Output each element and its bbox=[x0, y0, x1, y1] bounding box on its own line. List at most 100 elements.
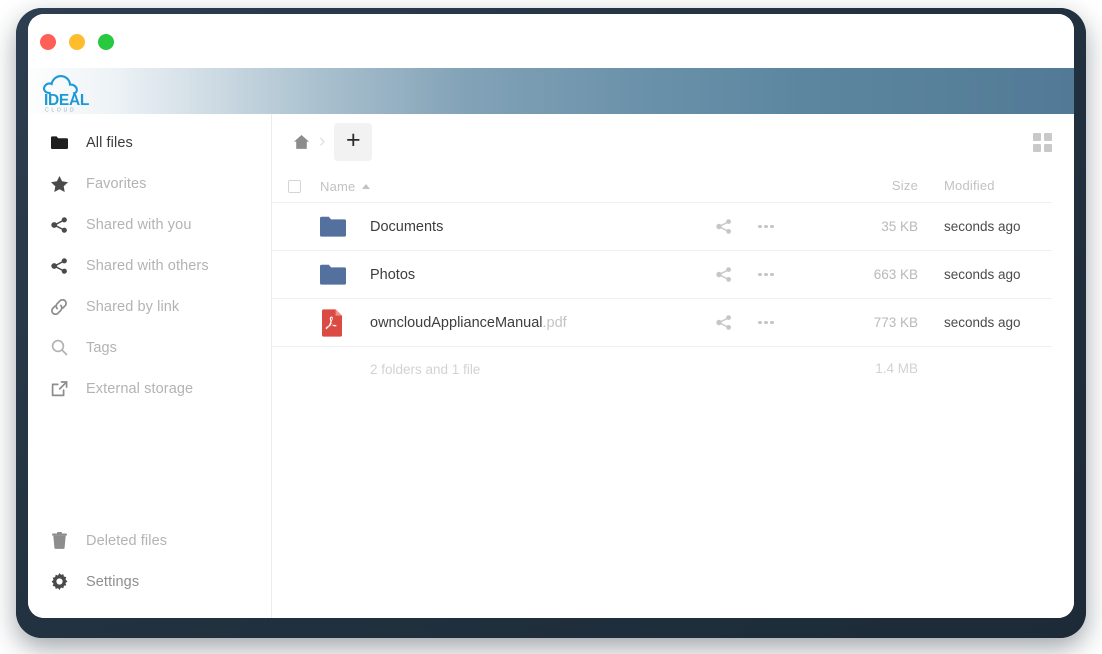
sidebar-label: Favorites bbox=[86, 175, 147, 192]
table-row[interactable]: Documents 35 KB seconds ago bbox=[272, 203, 1052, 251]
sidebar-label: Tags bbox=[86, 339, 118, 356]
more-options-icon[interactable] bbox=[758, 320, 774, 325]
ideal-cloud-logo[interactable]: IDEAL CLOUD bbox=[40, 69, 102, 113]
sidebar-item-external-storage[interactable]: External storage bbox=[28, 368, 271, 409]
svg-text:CLOUD: CLOUD bbox=[45, 108, 76, 114]
breadcrumb-separator: › bbox=[319, 131, 326, 152]
grid-cell bbox=[1033, 132, 1041, 141]
pdf-icon bbox=[322, 308, 342, 337]
file-size: 773 KB bbox=[873, 314, 918, 330]
sidebar-bottom-group: Deleted files Settings bbox=[28, 520, 271, 602]
row-icon-cell bbox=[320, 264, 370, 285]
search-icon bbox=[48, 339, 70, 356]
brand-header: IDEAL CLOUD bbox=[28, 68, 1074, 114]
sidebar-item-shared-with-others[interactable]: Shared with others bbox=[28, 245, 271, 286]
row-icon-cell bbox=[320, 308, 370, 337]
maximize-button[interactable] bbox=[98, 34, 114, 50]
row-name-cell: Documents bbox=[370, 219, 708, 235]
row-actions bbox=[708, 219, 836, 234]
grid-view-icon[interactable] bbox=[1033, 132, 1052, 152]
breadcrumb-toolbar: › + bbox=[272, 114, 1074, 170]
star-icon bbox=[48, 175, 70, 192]
sidebar-item-settings[interactable]: Settings bbox=[28, 561, 271, 602]
row-actions bbox=[708, 267, 836, 282]
dot bbox=[758, 320, 762, 325]
row-name-cell: owncloudApplianceManual .pdf bbox=[370, 315, 708, 331]
sidebar-item-tags[interactable]: Tags bbox=[28, 327, 271, 368]
table-row[interactable]: Photos 663 KB seconds ago bbox=[272, 251, 1052, 299]
sidebar-item-shared-with-you[interactable]: Shared with you bbox=[28, 204, 271, 245]
sidebar-label: Settings bbox=[86, 573, 140, 590]
new-item-label: + bbox=[346, 126, 361, 154]
table-row[interactable]: owncloudApplianceManual .pdf 773 KB seco… bbox=[272, 299, 1052, 347]
home-icon[interactable] bbox=[288, 129, 314, 155]
row-size-cell: 663 KB bbox=[836, 266, 932, 284]
file-name: owncloudApplianceManual bbox=[370, 314, 543, 331]
column-header-size[interactable]: Size bbox=[836, 177, 932, 195]
sidebar-label: Shared with you bbox=[86, 216, 192, 233]
share-icon[interactable] bbox=[716, 219, 732, 234]
row-modified-cell: seconds ago bbox=[932, 218, 1052, 236]
row-actions bbox=[708, 315, 836, 330]
grid-cell bbox=[1044, 132, 1052, 141]
select-all-checkbox[interactable] bbox=[288, 179, 301, 193]
window-titlebar bbox=[28, 14, 1074, 68]
sidebar-item-favorites[interactable]: Favorites bbox=[28, 163, 271, 204]
row-icon-cell bbox=[320, 216, 370, 237]
dot bbox=[770, 224, 774, 229]
folder-icon bbox=[320, 264, 346, 285]
share-icon bbox=[48, 216, 70, 233]
column-label-modified: Modified bbox=[944, 178, 995, 193]
column-label-name: Name bbox=[320, 178, 356, 194]
dot bbox=[764, 224, 768, 229]
row-size-cell: 35 KB bbox=[836, 218, 932, 236]
sort-ascending-icon bbox=[362, 183, 371, 189]
dot bbox=[770, 320, 774, 325]
summary-total-size: 1.4 MB bbox=[875, 361, 918, 376]
svg-text:IDEAL: IDEAL bbox=[44, 92, 89, 109]
share-icon bbox=[48, 257, 70, 274]
dot bbox=[764, 320, 768, 325]
more-options-icon[interactable] bbox=[758, 272, 774, 277]
sidebar-label: Shared with others bbox=[86, 257, 209, 274]
new-item-button[interactable]: + bbox=[334, 123, 373, 161]
folder-icon bbox=[320, 216, 346, 237]
link-icon bbox=[48, 298, 70, 315]
file-size: 663 KB bbox=[873, 266, 918, 282]
sidebar-label: Deleted files bbox=[86, 532, 168, 549]
dot bbox=[764, 272, 768, 277]
column-header-name[interactable]: Name bbox=[320, 179, 708, 194]
sidebar: All files Favorites Shared with you Shar… bbox=[28, 114, 272, 618]
share-icon[interactable] bbox=[716, 267, 732, 282]
dot bbox=[758, 224, 762, 229]
column-label-size: Size bbox=[891, 178, 918, 193]
summary-text-cell: 2 folders and 1 file bbox=[370, 362, 708, 377]
share-icon[interactable] bbox=[716, 315, 732, 330]
close-button[interactable] bbox=[40, 34, 56, 50]
grid-cell bbox=[1044, 143, 1052, 152]
column-header-modified[interactable]: Modified bbox=[932, 177, 1052, 195]
sidebar-item-deleted-files[interactable]: Deleted files bbox=[28, 520, 271, 561]
sidebar-item-all-files[interactable]: All files bbox=[28, 122, 271, 163]
row-size-cell: 773 KB bbox=[836, 314, 932, 332]
trash-icon bbox=[48, 532, 70, 549]
file-name: Photos bbox=[370, 266, 416, 283]
row-modified-cell: seconds ago bbox=[932, 314, 1052, 332]
more-options-icon[interactable] bbox=[758, 224, 774, 229]
file-modified: seconds ago bbox=[944, 218, 1021, 234]
sidebar-item-shared-by-link[interactable]: Shared by link bbox=[28, 286, 271, 327]
file-table: Name Size Modified Documents 35 KB secon… bbox=[272, 170, 1074, 391]
sidebar-label: External storage bbox=[86, 380, 194, 397]
sidebar-label: All files bbox=[86, 134, 133, 151]
gear-icon bbox=[48, 573, 70, 590]
select-all-cell bbox=[288, 179, 320, 193]
minimize-button[interactable] bbox=[69, 34, 85, 50]
row-name-cell: Photos bbox=[370, 267, 708, 283]
summary-size-cell: 1.4 MB bbox=[836, 360, 932, 378]
app-window: IDEAL CLOUD All files Favorites Shared w… bbox=[28, 14, 1074, 618]
content-area: › + Name Size Modified Documents 35 KB s… bbox=[272, 114, 1074, 618]
file-size: 35 KB bbox=[881, 218, 918, 234]
screenshot-root: IDEAL CLOUD All files Favorites Shared w… bbox=[0, 0, 1102, 654]
folder-icon bbox=[48, 135, 70, 150]
table-header-row: Name Size Modified bbox=[272, 170, 1052, 203]
